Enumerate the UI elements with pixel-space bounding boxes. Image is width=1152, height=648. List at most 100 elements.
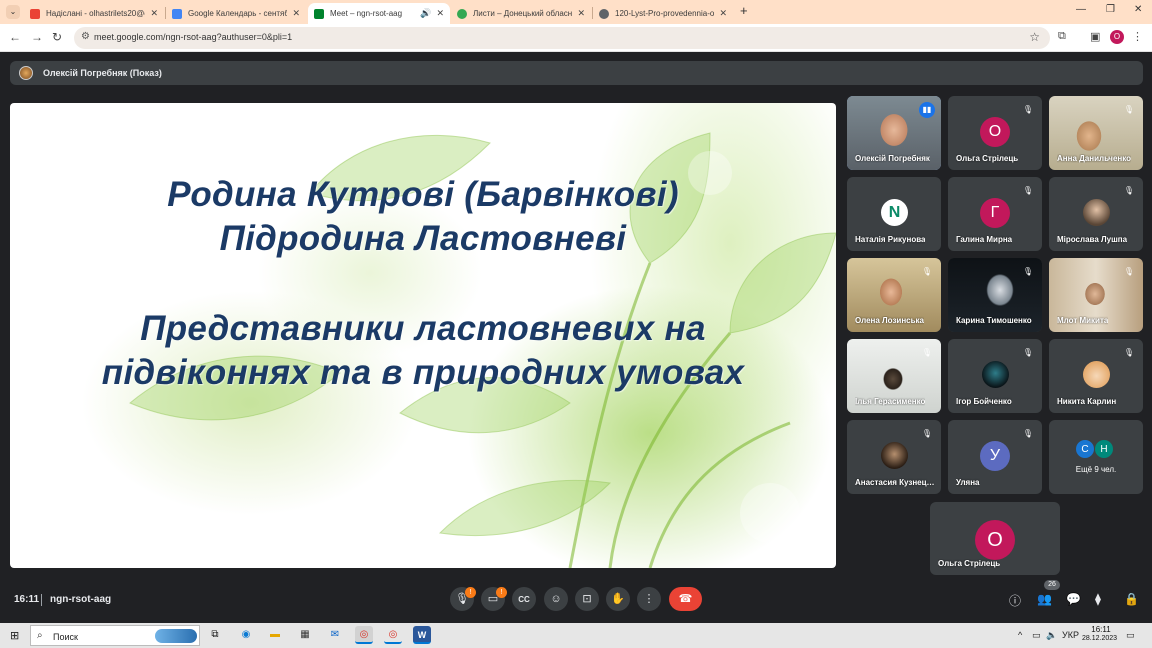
participant-name: Ігор Бойченко — [956, 397, 1012, 406]
participant-name: Ілья Герасименко — [855, 397, 926, 406]
host-controls-icon[interactable]: 🔒 — [1124, 592, 1139, 606]
taskbar-date[interactable]: 28.12.2023 — [1082, 635, 1117, 642]
tab-mail[interactable]: Листи – Донецький обласний ✕ — [451, 3, 591, 24]
participant-tile[interactable]: 🎙 Г Галина Мирна — [948, 177, 1042, 251]
omnibox[interactable]: ⚙ meet.google.com/ngn-rsot-aag?authuser=… — [74, 27, 1050, 49]
forward-arrow-icon[interactable]: → — [31, 30, 43, 44]
windows-start-icon[interactable]: ⊞ — [10, 629, 19, 642]
bookmark-star-icon[interactable]: ☆ — [1029, 30, 1040, 44]
reactions-button[interactable]: ☺ — [544, 587, 568, 611]
end-call-button[interactable]: ☎ — [669, 587, 702, 611]
tray-chevron-icon[interactable]: ^ — [1018, 630, 1022, 640]
minimize-icon[interactable]: — — [1076, 4, 1086, 15]
taskbar-search[interactable]: ⌕ Поиск — [30, 625, 200, 646]
browser-tab-bar: ⌄ Надіслані - olhastrilets20@gmail ✕ Goo… — [0, 0, 1152, 24]
presenter-label: Олексій Погребняк (Показ) — [43, 68, 162, 78]
participant-tile[interactable]: 🎙 Ігор Бойченко — [948, 339, 1042, 413]
captions-button[interactable]: CC — [512, 587, 536, 611]
site-info-icon[interactable]: ⚙ — [81, 31, 90, 42]
people-icon[interactable]: 👥 — [1037, 592, 1052, 606]
chrome-icon[interactable]: ◎ — [355, 626, 373, 644]
participant-name: Олексій Погребняк — [855, 154, 930, 163]
participant-tile[interactable]: N Наталія Рикунова — [847, 177, 941, 251]
more-vert-icon: ⋮ — [643, 593, 655, 605]
mic-off-icon: 🎙 — [921, 267, 933, 276]
mic-off-icon: 🎙 — [1022, 348, 1034, 357]
participant-tile[interactable]: 🎙 Анастасия Кузнецова — [847, 420, 941, 494]
present-button[interactable]: ⊡ — [575, 587, 599, 611]
participant-avatar — [982, 361, 1009, 388]
mic-off-icon: 🎙 — [921, 348, 933, 357]
profile-avatar[interactable]: O — [1110, 30, 1124, 44]
more-participants-tile[interactable]: С Н Ещё 9 чел. — [1049, 420, 1143, 494]
more-avatar: С — [1075, 439, 1095, 459]
participant-tile[interactable]: 🎙 Млот Микита — [1049, 258, 1143, 332]
word-icon[interactable]: W — [413, 626, 431, 644]
side-panel-icon[interactable]: ▣ — [1090, 30, 1100, 43]
presenter-avatar — [19, 66, 33, 80]
participant-name: Карина Тимошенко — [956, 316, 1032, 325]
mail-app-icon[interactable]: ✉ — [326, 626, 344, 644]
participant-initial: У — [980, 441, 1010, 471]
restore-icon[interactable]: ❐ — [1106, 4, 1115, 15]
close-icon[interactable]: ✕ — [719, 8, 727, 19]
close-icon[interactable]: ✕ — [436, 8, 444, 19]
participant-tile[interactable]: 🎙 Анна Данильченко — [1049, 96, 1143, 170]
volume-icon[interactable]: 🔈 — [1046, 630, 1057, 641]
participant-avatar — [881, 442, 908, 469]
file-explorer-icon[interactable]: ▬ — [266, 626, 284, 644]
participant-tile[interactable]: 🎙 Никита Карлин — [1049, 339, 1143, 413]
close-icon[interactable]: ✕ — [292, 8, 300, 19]
participant-name: Млот Микита — [1057, 316, 1109, 325]
participant-name: Олена Лозинська — [855, 316, 924, 325]
participant-tile[interactable]: 🎙 Мірослава Лушпа — [1049, 177, 1143, 251]
tab-title: Meet – ngn-rsot-aag — [330, 9, 403, 18]
activities-icon[interactable]: ⧫ — [1095, 592, 1101, 606]
extensions-icon[interactable]: ⧉ — [1058, 30, 1066, 43]
url-text[interactable]: meet.google.com/ngn-rsot-aag?authuser=0&… — [94, 32, 292, 42]
back-arrow-icon[interactable]: ← — [9, 30, 21, 44]
mic-warning-badge: ! — [465, 587, 476, 598]
slide-title-line-1: Родина Кутрові (Барвінкові) — [167, 175, 679, 214]
search-icon: ⌕ — [37, 630, 43, 641]
participant-name: Никита Карлин — [1057, 397, 1117, 406]
new-tab-plus-icon[interactable]: + — [740, 3, 748, 18]
network-icon[interactable]: ▭ — [1032, 630, 1041, 641]
raise-hand-button[interactable]: ✋ — [606, 587, 630, 611]
keyboard-language[interactable]: УКР — [1062, 630, 1079, 640]
participant-tile[interactable]: 🎙 У Уляна — [948, 420, 1042, 494]
participant-tile[interactable]: 🎙 Карина Тимошенко — [948, 258, 1042, 332]
slide-title-line-2: Підродина Ластовневі — [219, 219, 627, 258]
captions-icon: CC — [518, 595, 530, 604]
tab-calendar[interactable]: Google Календарь - сентябрь ✕ — [166, 3, 306, 24]
reload-icon[interactable]: ↻ — [52, 30, 62, 44]
chat-icon[interactable]: 💬 — [1066, 592, 1081, 606]
presenter-bar: Олексій Погребняк (Показ) — [10, 61, 1143, 85]
mic-off-icon: 🎙 — [1022, 429, 1034, 438]
meeting-info-icon[interactable]: ⓘ — [1009, 592, 1021, 609]
close-icon[interactable]: ✕ — [577, 8, 585, 19]
task-view-icon[interactable]: ⧉ — [206, 626, 224, 644]
speaker-icon[interactable]: 🔊 — [420, 8, 431, 19]
taskbar-time[interactable]: 16:11 — [1088, 625, 1114, 634]
more-options-button[interactable]: ⋮ — [637, 587, 661, 611]
participant-tile[interactable]: 🎙 О Ольга Стрілець — [948, 96, 1042, 170]
close-icon[interactable]: ✕ — [150, 8, 158, 19]
participant-name: Ольга Стрілець — [938, 559, 1001, 568]
menu-kebab-icon[interactable]: ⋮ — [1132, 30, 1143, 43]
close-window-icon[interactable]: ✕ — [1134, 4, 1142, 15]
participant-tile[interactable]: ▮▮ Олексій Погребняк — [847, 96, 941, 170]
participant-tile[interactable]: 🎙 Ілья Герасименко — [847, 339, 941, 413]
store-icon[interactable]: ▦ — [296, 626, 314, 644]
self-view-tile[interactable]: О Ольга Стрілець — [930, 502, 1060, 575]
tab-gmail[interactable]: Надіслані - olhastrilets20@gmail ✕ — [24, 3, 164, 24]
participant-name: Ольга Стрілець — [956, 154, 1019, 163]
participant-tile[interactable]: 🎙 Олена Лозинська — [847, 258, 941, 332]
tab-search-chevron-icon[interactable]: ⌄ — [6, 5, 20, 19]
notifications-icon[interactable]: ▭ — [1126, 630, 1135, 641]
tab-document[interactable]: 120-Lyst-Pro-provedennia-obla ✕ — [593, 3, 733, 24]
chrome-profile-icon[interactable]: ◎ — [384, 626, 402, 644]
present-screen-icon: ⊡ — [582, 593, 592, 605]
tab-meet[interactable]: Meet – ngn-rsot-aag 🔊 ✕ — [308, 3, 450, 24]
edge-icon[interactable]: ◉ — [237, 626, 255, 644]
